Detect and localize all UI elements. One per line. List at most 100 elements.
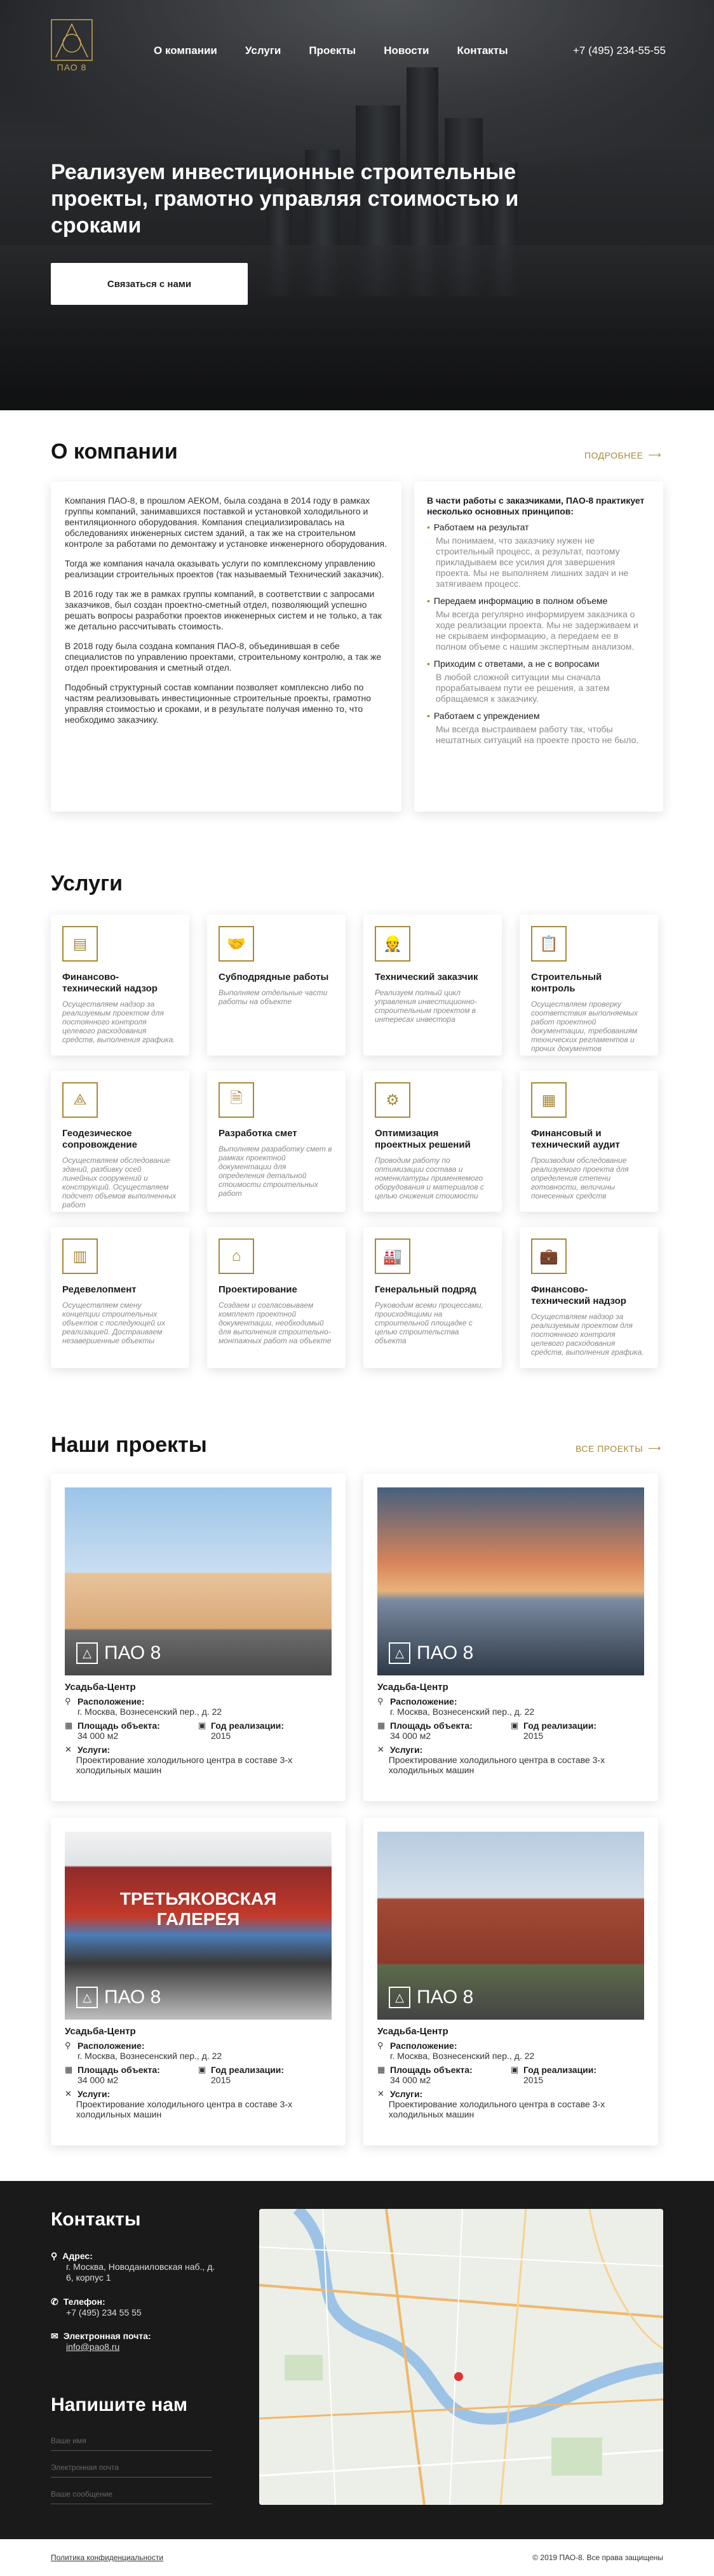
project-card[interactable]: ТРЕТЬЯКОВСКАЯ ГАЛЕРЕЯ △ ПАО 8 Усадьба-Центр…: [51, 1818, 346, 2145]
write-us-title: Напишите нам: [51, 2394, 188, 2415]
area-label: Площадь объекта:: [77, 1721, 160, 1731]
service-title: Разработка смет: [219, 1128, 297, 1139]
principle-text: Мы всегда регулярно информируем заказчик…: [436, 609, 638, 652]
about-paragraph: Подобный структурный состав компании поз…: [65, 682, 372, 725]
year-label: Год реализации:: [211, 2065, 285, 2075]
year-label: Год реализации:: [523, 2065, 597, 2075]
service-card[interactable]: ⟁ Геодезическое сопровождение Осуществляем…: [51, 1071, 189, 1212]
email-label: Электронная почта:: [63, 2331, 151, 2341]
project-watermark: △ ПАО 8: [389, 1642, 473, 1664]
bullet-icon: •: [427, 596, 430, 606]
area-icon: ▦: [65, 1721, 73, 1730]
about-title: О компании: [51, 439, 178, 464]
calendar-icon: ▣: [511, 1721, 519, 1730]
project-card[interactable]: △ ПАО 8 Усадьба-Центр ⚲ Расположение: г. Моск…: [363, 1473, 658, 1801]
contacts-title: Контакты: [51, 2209, 141, 2230]
service-card[interactable]: 👷 Технический заказчик Реализуем полный ци…: [363, 915, 502, 1056]
principles-card: В части работы с заказчиками, ПАО-8 прак…: [414, 481, 663, 812]
project-watermark: △ ПАО 8: [76, 1987, 161, 2008]
project-year: 2015: [211, 1731, 231, 1741]
location-pin-icon: ⚲: [377, 1696, 384, 1706]
location-label: Расположение:: [77, 2041, 145, 2051]
area-label: Площадь объекта:: [77, 2065, 160, 2075]
engineer-icon: 👷: [375, 926, 410, 962]
main-nav: О компании Услуги Проекты Новости Контак…: [154, 44, 536, 57]
location-label: Расположение:: [77, 1696, 145, 1707]
email-link[interactable]: info@pao8.ru: [66, 2342, 119, 2352]
estimate-icon: 🗎: [219, 1082, 254, 1118]
service-card[interactable]: ⚙ Оптимизация проектных решений Проводим р…: [363, 1071, 502, 1212]
header-phone[interactable]: +7 (495) 234-55-55: [573, 44, 666, 57]
logo-icon: △: [389, 1987, 410, 2008]
service-text: Выполняем разработку смет в рамках проек…: [219, 1144, 332, 1198]
principle-text: Мы понимаем, что заказчику нужен не стро…: [436, 535, 629, 589]
tools-icon: ✕: [377, 1745, 384, 1754]
service-card[interactable]: ▥ Редевелопмент Осуществляем смену концепц…: [51, 1227, 189, 1368]
service-card[interactable]: 🏭 Генеральный подряд Руководим всеми проце…: [363, 1227, 502, 1368]
project-year: 2015: [523, 1731, 544, 1741]
watermark-text: ПАО 8: [104, 1987, 161, 2008]
project-name: Усадьба-Центр: [65, 1682, 136, 1693]
projects-title: Наши проекты: [51, 1433, 207, 1457]
logo[interactable]: ПАО 8: [51, 19, 93, 72]
about-paragraph: Тогда же компания начала оказывать услуг…: [65, 558, 384, 579]
services-label: Услуги:: [77, 1745, 111, 1755]
principle-text: В любой сложной ситуации мы сначала прор…: [436, 672, 610, 704]
nav-contacts[interactable]: Контакты: [457, 44, 508, 57]
building-icon: ▥: [62, 1238, 98, 1274]
nav-projects[interactable]: Проекты: [309, 44, 356, 57]
service-text: Осуществляем смену концепции строительны…: [62, 1301, 166, 1345]
about-text-card: Компания ПАО-8, в прошлом АЕКОМ, была со…: [51, 481, 401, 812]
project-image: △ ПАО 8: [65, 1487, 332, 1675]
logo-icon: [51, 19, 93, 61]
map-graphic: [259, 2209, 663, 2505]
project-location: г. Москва, Вознесенский пер., д. 22: [77, 1707, 222, 1717]
nav-news[interactable]: Новости: [384, 44, 429, 57]
contacts-map[interactable]: [259, 2209, 663, 2505]
project-services: Проектирование холодильного центра в сос…: [76, 2099, 293, 2119]
nav-about[interactable]: О компании: [154, 44, 217, 57]
contact-us-button[interactable]: Связаться с нами: [51, 263, 248, 305]
project-card[interactable]: △ ПАО 8 Усадьба-Центр ⚲ Расположение: г. Моск…: [363, 1818, 658, 2145]
service-card[interactable]: 💼 Финансово-технический надзор Осуществляе…: [520, 1227, 658, 1368]
service-text: Осуществляем надзор за реализуемым проек…: [62, 1000, 175, 1044]
phone-label: Телефон:: [63, 2297, 105, 2307]
project-name: Усадьба-Центр: [377, 1682, 448, 1693]
name-field[interactable]: Ваше имя: [51, 2436, 212, 2451]
service-card[interactable]: ▤ Финансово-технический надзор Осуществляе…: [51, 915, 189, 1056]
phone-link[interactable]: +7 (495) 234 55 55: [66, 2307, 142, 2318]
logo-icon: △: [389, 1642, 410, 1664]
all-projects-link[interactable]: ВСЕ ПРОЕКТЫ ⟶: [576, 1443, 661, 1454]
project-area: 34 000 м2: [390, 2075, 431, 2085]
principle-item: • Передаем информацию в полном объеме Мы …: [427, 596, 650, 652]
service-text: Осуществляем обследование зданий, разбив…: [62, 1156, 177, 1209]
location-pin-icon: ⚲: [51, 2251, 58, 2261]
location-label: Расположение:: [390, 1696, 457, 1707]
message-field[interactable]: Ваше сообщение: [51, 2490, 212, 2504]
project-image: △ ПАО 8: [377, 1487, 644, 1675]
email-field[interactable]: Электронная почта: [51, 2463, 212, 2478]
service-title: Финансово-технический надзор: [531, 1284, 626, 1306]
about-paragraph: Компания ПАО-8, в прошлом АЕКОМ, была со…: [65, 495, 387, 549]
project-name: Усадьба-Центр: [377, 2026, 448, 2037]
principle-title: Работаем с упреждением: [433, 711, 540, 721]
calendar-icon: ▣: [198, 2065, 206, 2074]
project-watermark: △ ПАО 8: [76, 1642, 161, 1664]
project-services: Проектирование холодильного центра в сос…: [76, 1755, 293, 1775]
service-title: Редевелопмент: [62, 1284, 137, 1295]
service-card[interactable]: ⌂ Проектирование Создаем и согласовываем к…: [207, 1227, 346, 1368]
service-card[interactable]: 🗎 Разработка смет Выполняем разработку сме…: [207, 1071, 346, 1212]
location-pin-icon: ⚲: [65, 1696, 71, 1706]
service-card[interactable]: 🤝 Субподрядные работы Выполняем отдельные …: [207, 915, 346, 1056]
nav-services[interactable]: Услуги: [245, 44, 281, 57]
service-card[interactable]: ▦ Финансовый и технический аудит Производи…: [520, 1071, 658, 1212]
service-card[interactable]: 📋 Строительный контроль Осуществляем прове…: [520, 915, 658, 1056]
principle-title: Передаем информацию в полном объеме: [433, 596, 608, 606]
service-title: Проектирование: [219, 1284, 297, 1295]
project-card[interactable]: △ ПАО 8 Усадьба-Центр ⚲ Расположение: г. Моск…: [51, 1473, 346, 1801]
service-text: Проводим работу по оптимизации состава и…: [375, 1156, 484, 1200]
service-title: Оптимизация проектных решений: [375, 1128, 471, 1150]
area-icon: ▦: [65, 2065, 73, 2074]
about-more-link[interactable]: ПОДРОБНЕЕ ⟶: [584, 450, 661, 460]
privacy-policy-link[interactable]: Политика конфиденциальности: [51, 2553, 163, 2562]
